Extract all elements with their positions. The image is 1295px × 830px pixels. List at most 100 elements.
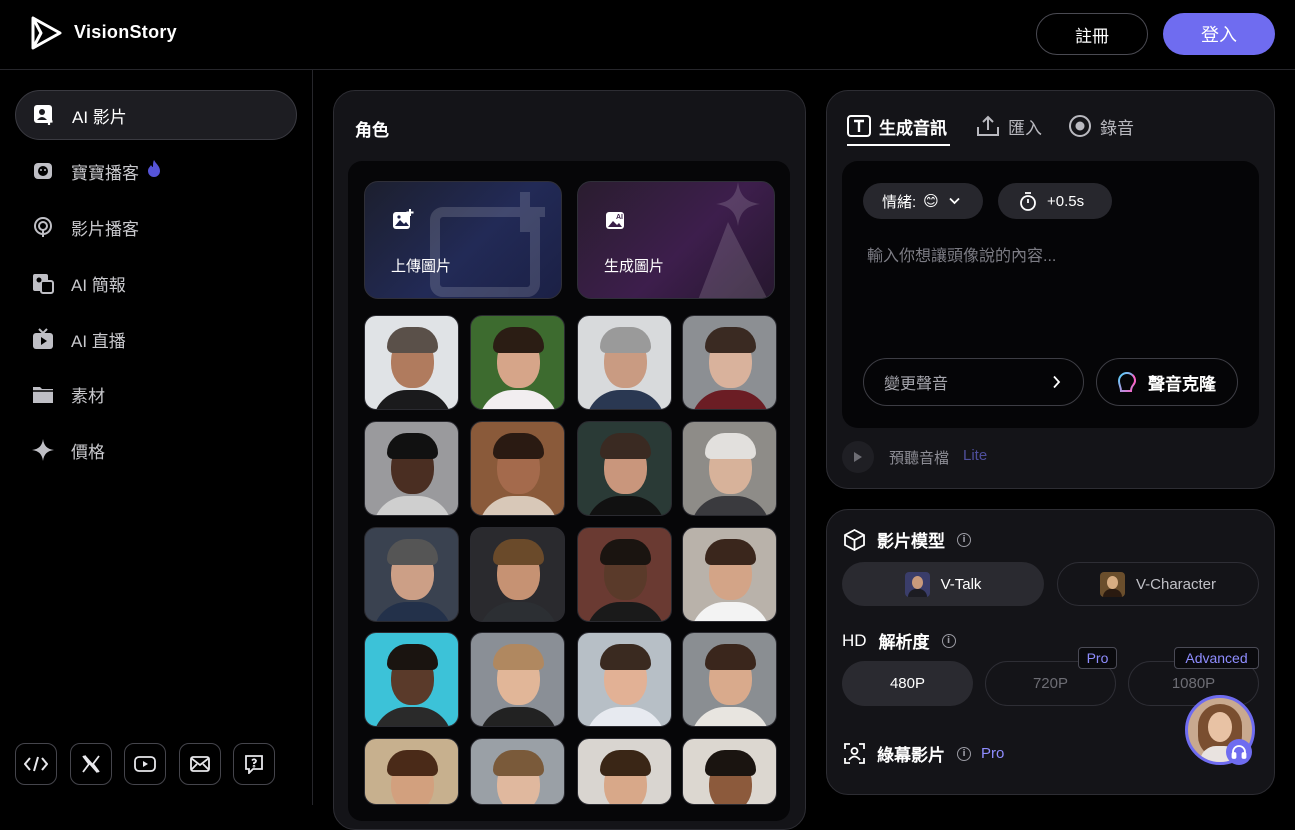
info-icon[interactable]: i xyxy=(957,746,971,761)
tab-label: 生成音訊 xyxy=(879,118,947,138)
greenscreen-heading: 綠幕影片 i Pro xyxy=(844,741,1004,766)
character-thumbnail[interactable] xyxy=(577,738,672,805)
preview-audio-label: 預聽音檔 xyxy=(889,450,950,467)
sidebar-item-ai-video[interactable]: AI 影片 xyxy=(15,90,297,140)
resolution-label: 1080P xyxy=(1171,675,1216,692)
tab-import[interactable]: 匯入 xyxy=(976,113,1042,139)
info-icon[interactable]: i xyxy=(941,633,956,648)
tab-label: 錄音 xyxy=(1100,118,1134,138)
change-voice-button[interactable]: 變更聲音 xyxy=(863,358,1084,406)
character-thumbnail[interactable] xyxy=(682,421,777,516)
greenscreen-icon xyxy=(844,743,865,764)
character-thumbnail[interactable] xyxy=(364,738,459,805)
character-thumbnail[interactable] xyxy=(577,632,672,727)
video-model-title: 影片模型 xyxy=(877,532,945,551)
character-thumbnail[interactable] xyxy=(364,527,459,622)
record-icon xyxy=(1068,114,1092,138)
advanced-badge: Advanced xyxy=(1174,647,1259,669)
sidebar-item-label: 素材 xyxy=(71,386,105,406)
resolution-heading: HD 解析度 i xyxy=(842,628,956,653)
timing-value: +0.5s xyxy=(1047,192,1085,210)
voice-clone-icon xyxy=(1117,371,1139,393)
character-thumbnail[interactable] xyxy=(470,315,565,410)
info-icon[interactable]: i xyxy=(957,532,971,547)
upload-image-card[interactable]: 上傳圖片 xyxy=(364,181,562,299)
change-voice-label: 變更聲音 xyxy=(884,376,949,393)
logo-icon[interactable] xyxy=(30,16,64,50)
podcast-icon xyxy=(31,215,55,239)
hd-label: HD xyxy=(842,630,867,650)
sidebar-item-label: 影片播客 xyxy=(71,219,139,239)
resolution-option-480p[interactable]: 480P xyxy=(842,661,973,706)
v-character-thumbnail xyxy=(1099,571,1125,597)
image-add-icon xyxy=(392,209,414,236)
voice-clone-button[interactable]: 聲音克隆 xyxy=(1096,358,1238,406)
voice-clone-label: 聲音克隆 xyxy=(1148,374,1216,394)
svg-text:AI: AI xyxy=(616,214,623,221)
script-input[interactable]: 輸入你想讓頭像說的內容... xyxy=(867,242,1056,266)
timing-control[interactable]: +0.5s xyxy=(998,183,1112,219)
play-icon xyxy=(854,452,862,462)
upload-icon xyxy=(976,115,1000,137)
help-icon[interactable] xyxy=(233,743,275,785)
tab-record[interactable]: 錄音 xyxy=(1068,113,1134,139)
register-button[interactable]: 註冊 xyxy=(1036,13,1148,55)
character-thumbnail[interactable] xyxy=(682,738,777,805)
character-thumbnail[interactable] xyxy=(577,421,672,516)
pro-badge: Pro xyxy=(981,745,1005,762)
character-thumbnail[interactable] xyxy=(364,632,459,727)
character-thumbnail[interactable] xyxy=(470,421,565,516)
emotion-label: 情緒: xyxy=(882,193,917,211)
video-model-heading: 影片模型 i xyxy=(844,527,971,552)
embed-code-icon[interactable] xyxy=(15,743,57,785)
x-icon[interactable] xyxy=(70,743,112,785)
mail-icon[interactable] xyxy=(179,743,221,785)
model-option-v-character[interactable]: V-Character xyxy=(1057,562,1259,606)
character-thumbnail[interactable] xyxy=(682,315,777,410)
generate-image-card[interactable]: AI 生成圖片 xyxy=(577,181,775,299)
character-thumbnail[interactable] xyxy=(470,738,565,805)
folder-icon xyxy=(31,382,55,406)
baby-podcast-icon xyxy=(31,159,55,183)
preview-tier-badge: Lite xyxy=(963,447,988,464)
model-option-label: V-Talk xyxy=(940,575,982,593)
chevron-down-icon xyxy=(949,197,960,205)
live-tv-icon xyxy=(31,327,55,351)
login-button[interactable]: 登入 xyxy=(1163,13,1275,55)
generate-image-label: 生成圖片 xyxy=(604,258,665,275)
cube-icon xyxy=(844,528,865,551)
brand-name[interactable]: VisionStory xyxy=(74,22,177,43)
resolution-label: 480P xyxy=(889,675,926,692)
character-thumbnail[interactable] xyxy=(470,632,565,727)
sidebar-item-baby-podcast[interactable]: 寶寶播客 xyxy=(15,146,297,196)
active-tab-indicator xyxy=(847,144,950,146)
youtube-icon[interactable] xyxy=(124,743,166,785)
model-option-label: V-Character xyxy=(1135,575,1217,593)
resolution-label: 720P xyxy=(1032,675,1069,692)
character-thumbnail[interactable] xyxy=(364,421,459,516)
fire-icon xyxy=(147,160,161,182)
tab-generate-audio[interactable]: 生成音訊 xyxy=(847,113,947,139)
sidebar-item-assets[interactable]: 素材 xyxy=(15,369,297,419)
sidebar-item-label: 價格 xyxy=(71,442,105,462)
chevron-right-icon xyxy=(1052,375,1061,389)
sidebar-item-pricing[interactable]: 價格 xyxy=(15,425,297,475)
sidebar-item-label: 寶寶播客 xyxy=(71,163,139,183)
preview-play-button[interactable] xyxy=(842,441,874,473)
model-option-v-talk[interactable]: V-Talk xyxy=(842,562,1044,606)
resolution-title: 解析度 xyxy=(878,633,930,652)
v-talk-thumbnail xyxy=(904,571,930,597)
character-thumbnail[interactable] xyxy=(577,527,672,622)
character-thumbnail[interactable] xyxy=(364,315,459,410)
tab-label: 匯入 xyxy=(1008,118,1042,138)
character-thumbnail[interactable] xyxy=(577,315,672,410)
sidebar-item-ai-presentation[interactable]: AI 簡報 xyxy=(15,258,297,308)
character-thumbnail[interactable] xyxy=(682,527,777,622)
character-thumbnail[interactable] xyxy=(682,632,777,727)
sidebar-item-video-podcast[interactable]: 影片播客 xyxy=(15,202,297,252)
emotion-select[interactable]: 情緒: 😊 xyxy=(863,183,983,219)
sidebar-item-label: AI 影片 xyxy=(72,107,127,127)
character-thumbnail[interactable] xyxy=(470,527,565,622)
sidebar-item-ai-live[interactable]: AI 直播 xyxy=(15,314,297,364)
headset-icon[interactable] xyxy=(1226,739,1252,765)
